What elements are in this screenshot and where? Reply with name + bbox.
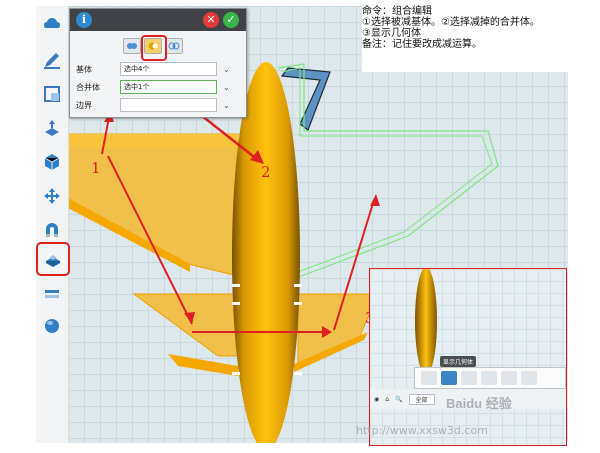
magnet-icon <box>46 223 58 237</box>
base-field-row: 基体 选中4个 ⌄ <box>76 62 230 76</box>
move-icon <box>44 188 60 204</box>
display-dropdown[interactable]: 全部 <box>408 393 435 405</box>
cube-icon <box>44 154 60 170</box>
show-geometry-tooltip: 显示几何体 <box>440 356 477 367</box>
intersect-mode-button[interactable] <box>165 38 183 54</box>
info-icon[interactable]: i <box>76 12 92 28</box>
home-icon[interactable]: ⌂ <box>385 396 389 403</box>
union-mode-button[interactable] <box>123 38 141 54</box>
search-icon[interactable]: 🔍 <box>395 396 402 403</box>
chevron-down-icon[interactable]: ⌄ <box>223 101 230 110</box>
chevron-down-icon[interactable]: ⌄ <box>223 83 230 92</box>
tool-sketch[interactable] <box>40 48 64 72</box>
close-icon[interactable]: ✕ <box>203 12 219 28</box>
tool-extrude[interactable] <box>40 116 64 140</box>
left-lower-wing <box>132 293 239 357</box>
cloud-icon <box>44 18 60 28</box>
tool-move[interactable] <box>40 184 64 208</box>
inset-preview: 显示几何体 ◉ ⌂ 🔍 全部 Baidu 经验 <box>369 268 567 446</box>
inset-tool-button[interactable] <box>421 371 437 385</box>
subtract-mode-highlight <box>141 35 167 61</box>
inset-fuselage <box>415 269 437 375</box>
extrude-icon <box>45 120 59 136</box>
tool-cloud[interactable] <box>40 12 64 36</box>
show-geometry-button[interactable] <box>441 371 457 385</box>
tool-magnet[interactable] <box>40 218 64 242</box>
boundary-field-label: 边界 <box>76 100 92 110</box>
screenshot: 1 2 3 <box>0 0 600 453</box>
note-line-3: ③显示几何体 <box>362 28 421 39</box>
frame-icon <box>44 86 60 102</box>
baidu-logo: Baidu 经验 <box>446 396 512 411</box>
tool-layers[interactable] <box>40 282 64 306</box>
merge-field-label: 合并体 <box>76 82 100 92</box>
site-watermark: http://www.xxsw3d.com <box>356 424 488 437</box>
check-icon[interactable]: ✓ <box>223 12 239 28</box>
combine-icon <box>46 255 60 267</box>
layers-icon <box>45 290 59 298</box>
upper-wing-outline <box>277 63 499 279</box>
tool-primitive[interactable] <box>40 150 64 174</box>
tool-material[interactable] <box>40 314 64 338</box>
note-line-4: 备注：记住要改成减运算。 <box>362 39 482 50</box>
pencil-icon <box>44 53 60 69</box>
chevron-down-icon[interactable]: ⌄ <box>223 65 230 74</box>
note-line-1: 命令：组合编辑 <box>362 6 432 17</box>
base-field-label: 基体 <box>76 64 92 74</box>
tool-combine-edit[interactable] <box>36 242 70 276</box>
intersect-icon <box>168 42 180 50</box>
note-line-2: ①选择被减基体。②选择减掉的合并体。 <box>362 17 540 28</box>
left-toolbar <box>36 6 70 443</box>
merge-field[interactable]: 选中1个 <box>120 80 217 94</box>
inset-tool-button[interactable] <box>521 371 537 385</box>
dialog-header: i ✕ ✓ <box>70 9 246 31</box>
inset-tool-button[interactable] <box>461 371 477 385</box>
instruction-notes: 命令：组合编辑 ①选择被减基体。②选择减掉的合并体。 ③显示几何体 备注：记住要… <box>362 6 582 72</box>
tool-box-frame[interactable] <box>40 82 64 106</box>
left-upper-wing <box>68 133 239 277</box>
base-field[interactable]: 选中4个 <box>120 62 217 76</box>
boundary-field-row: 边界 ⌄ <box>76 98 230 112</box>
view-icon[interactable]: ◉ <box>374 396 379 403</box>
merge-field-row: 合并体 选中1个 ⌄ <box>76 80 230 94</box>
annotation-label-2: 2 <box>261 163 271 181</box>
inset-tool-button[interactable] <box>481 371 497 385</box>
fuselage <box>232 62 300 443</box>
inset-toolbar <box>414 367 566 389</box>
annotation-label-1: 1 <box>91 159 101 177</box>
combine-edit-dialog: i ✕ ✓ 基体 选中4个 ⌄ 合并体 选中1个 ⌄ 边界 ⌄ <box>69 8 247 118</box>
sphere-icon <box>45 319 59 333</box>
boundary-field[interactable] <box>120 98 217 112</box>
inset-grid-button[interactable] <box>501 371 517 385</box>
union-icon <box>127 43 137 49</box>
